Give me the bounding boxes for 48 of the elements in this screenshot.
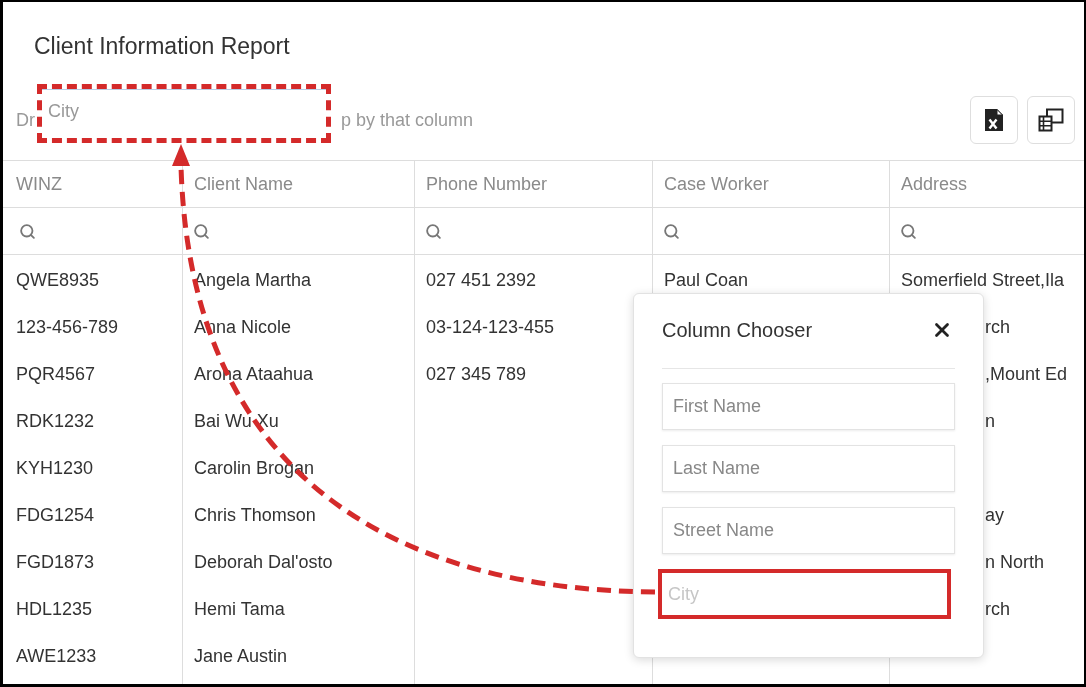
group-panel-hint: p by that column: [341, 109, 474, 132]
table-cell-text: HDL1235: [16, 598, 93, 621]
table-cell-text: AWE1233: [16, 645, 97, 668]
search-icon: [900, 222, 917, 240]
report-title: Client Information Report: [34, 32, 290, 61]
table-cell-text: Deborah Dal'osto: [194, 551, 333, 574]
column-chooser-item[interactable]: Street Name: [662, 507, 955, 554]
table-cell-text: rch: [985, 316, 1010, 339]
column-chooser-item[interactable]: First Name: [662, 383, 955, 430]
table-cell-text: Hemi Tama: [194, 598, 285, 621]
table-cell-text: Carolin Brogan: [194, 457, 315, 480]
table-cell-text: Paul Coan: [664, 269, 749, 292]
table-cell-text: 027 345 789: [426, 363, 527, 386]
table-cell-text: Somerfield Street,Ila: [901, 269, 1065, 292]
column-header[interactable]: Phone Number: [426, 172, 548, 196]
table-cell-text: Angela Martha: [194, 269, 312, 292]
table-cell-text: 027 451 2392: [426, 269, 537, 292]
search-icon: [193, 222, 210, 240]
column-chooser-item[interactable]: Last Name: [662, 445, 955, 492]
table-cell-text: Bai Wu Xu: [194, 410, 279, 433]
spreadsheet-file-icon: [984, 108, 1004, 132]
table-cell-text: Jane Austin: [194, 645, 288, 668]
export-button[interactable]: [970, 96, 1018, 144]
table-cell-text: KYH1230: [16, 457, 94, 480]
table-cell-text: n North: [985, 551, 1045, 574]
table-cell-text: 03-124-123-455: [426, 316, 555, 339]
table-cell-text: rch: [985, 598, 1010, 621]
column-header[interactable]: Client Name: [194, 172, 294, 196]
search-icon: [19, 222, 36, 240]
table-cell-text: n: [985, 410, 995, 433]
table-cell-text: 123-456-789: [16, 316, 119, 339]
panel-title: Column Chooser: [662, 318, 813, 343]
table-cell-text: ,Mount Ed: [985, 363, 1068, 386]
table-cell-text: ay: [985, 504, 1004, 527]
search-icon: [425, 222, 442, 240]
column-header[interactable]: WINZ: [16, 172, 62, 196]
search-icon: [663, 222, 680, 240]
table-cell-text: Chris Thomson: [194, 504, 316, 527]
column-chooser-button[interactable]: [1027, 96, 1075, 144]
table-cell-text: PQR4567: [16, 363, 96, 386]
column-header[interactable]: Case Worker: [664, 172, 769, 196]
table-cell-text: QWE8935: [16, 269, 100, 292]
group-panel-hint: Dr: [16, 109, 35, 132]
table-cell-text: FDG1254: [16, 504, 95, 527]
column-header[interactable]: Address: [901, 172, 968, 196]
table-cell-text: FGD1873: [16, 551, 95, 574]
table-cell-text: RDK1232: [16, 410, 95, 433]
stacked-table-icon: [1038, 108, 1064, 132]
